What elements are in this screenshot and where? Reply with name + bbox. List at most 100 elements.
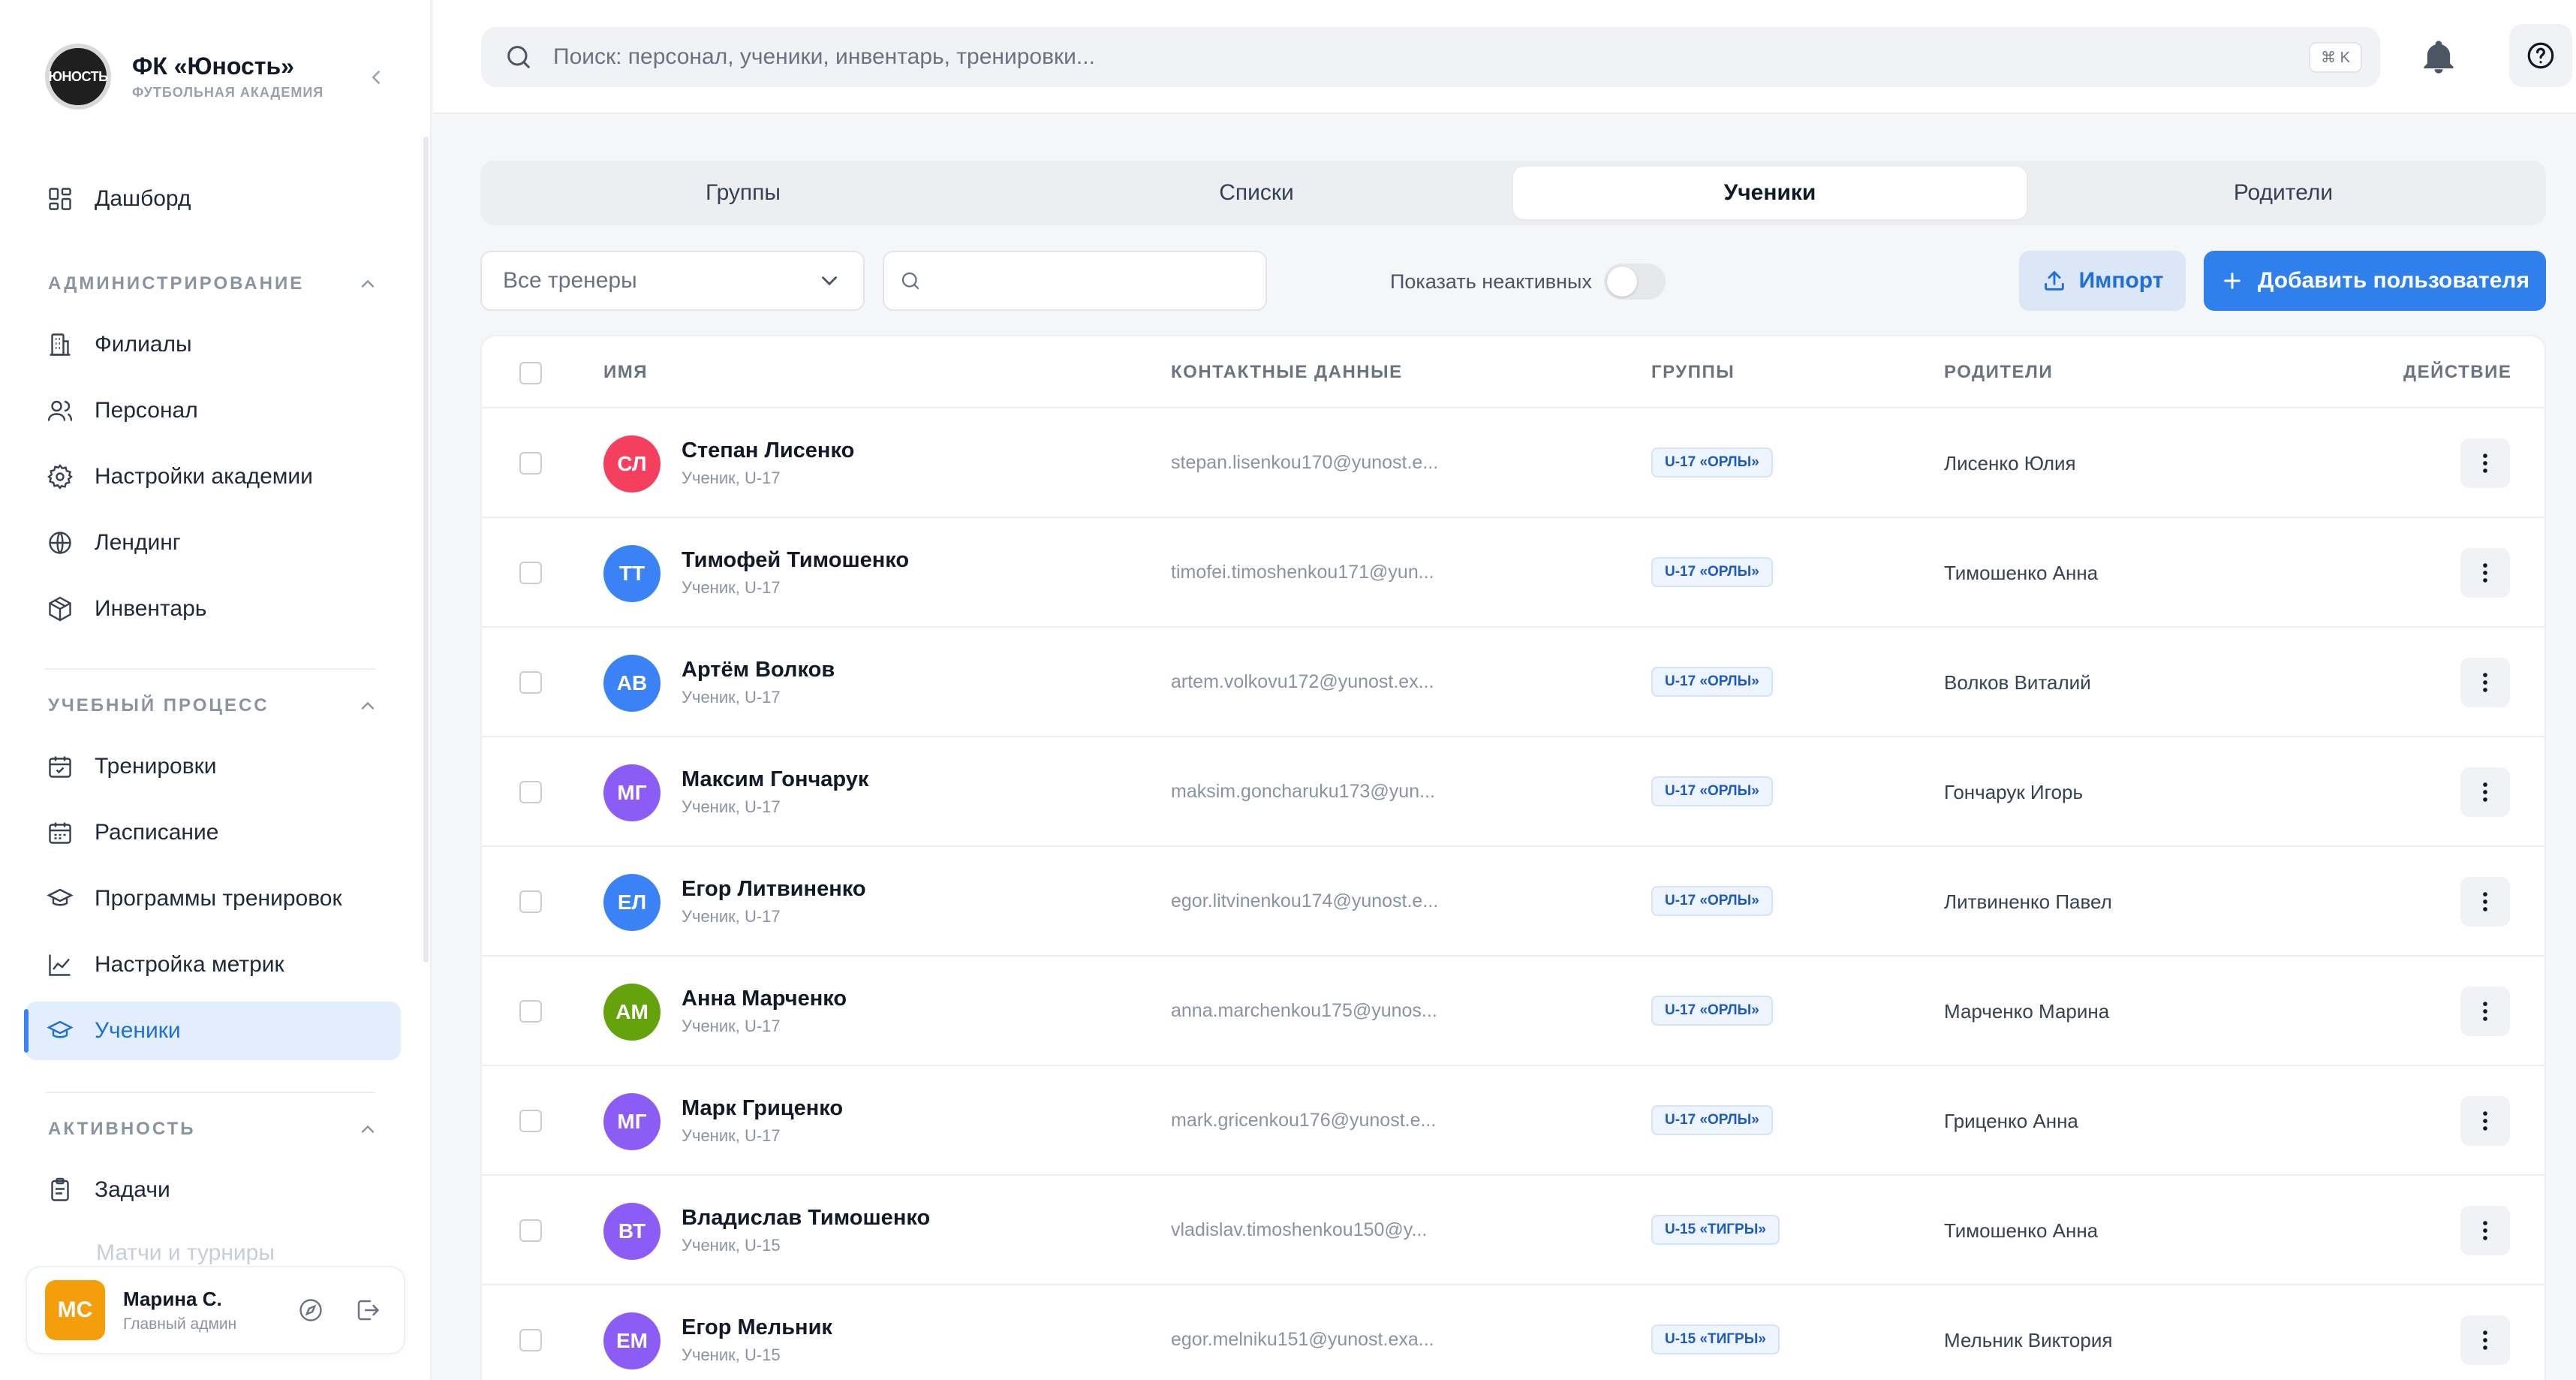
table-row[interactable]: МГ Максим Гончарук Ученик, U-17 maksim.gonc… [482,737,2544,847]
row-checkbox[interactable] [519,1219,542,1242]
group-badge[interactable]: U-15 «ТИГРЫ» [1651,1324,1780,1354]
row-checkbox[interactable] [519,1000,542,1023]
column-header-contacts[interactable]: КОНТАКТНЫЕ ДАННЫЕ [1171,362,1403,383]
row-checkbox[interactable] [519,890,542,913]
row-menu-button[interactable] [2460,877,2510,927]
row-menu-button[interactable] [2460,548,2510,598]
table-row[interactable]: ВТ Владислав Тимошенко Ученик, U-15 vladisl… [482,1176,2544,1285]
student-name[interactable]: Анна Марченко [682,987,847,1011]
tab-groups[interactable]: Группы [486,167,1000,219]
brand[interactable]: ЮНОСТЬ ФК «Юность» ФУТБОЛЬНАЯ АКАДЕМИЯ [45,44,324,110]
chevron-up-icon[interactable] [357,273,378,294]
sidebar-item-inventory[interactable]: Инвентарь [26,580,401,638]
chart-line-icon [49,954,71,976]
row-menu-button[interactable] [2460,438,2510,488]
student-email: maksim.goncharuku173@yun... [1171,781,1435,802]
chevron-up-icon[interactable] [357,1119,378,1140]
avatar: СЛ [603,435,661,493]
more-vertical-icon [2483,892,2487,911]
table-row[interactable]: АВ Артём Волков Ученик, U-17 artem.volkovu1… [482,628,2544,737]
student-role: Ученик, U-17 [682,688,781,707]
group-badge[interactable]: U-17 «ОРЛЫ» [1651,557,1773,587]
trainer-select[interactable]: Все тренеры [480,251,865,311]
row-menu-button[interactable] [2460,658,2510,707]
avatar: МГ [603,764,661,821]
row-menu-button[interactable] [2460,1315,2510,1365]
column-header-groups[interactable]: ГРУППЫ [1651,362,1735,383]
sidebar-item-trainings[interactable]: Тренировки [26,737,401,796]
student-email: egor.litvinenkou174@yunost.e... [1171,890,1439,911]
student-name[interactable]: Степан Лисенко [682,438,854,463]
student-name[interactable]: Максим Гончарук [682,767,868,792]
bell-icon[interactable] [2419,38,2458,77]
row-menu-button[interactable] [2460,1206,2510,1255]
sidebar-item-training-programs[interactable]: Программы тренировок [26,869,401,928]
logout-icon[interactable] [354,1297,381,1324]
help-button[interactable] [2509,24,2572,87]
group-badge[interactable]: U-17 «ОРЛЫ» [1651,886,1773,916]
student-name[interactable]: Марк Гриценко [682,1096,843,1121]
sidebar-item-schedule[interactable]: Расписание [26,803,401,862]
tab-lists[interactable]: Списки [1000,167,1513,219]
column-header-parents[interactable]: РОДИТЕЛИ [1944,362,2053,383]
chevron-left-icon[interactable] [365,66,387,89]
group-badge[interactable]: U-17 «ОРЛЫ» [1651,776,1773,806]
row-checkbox[interactable] [519,671,542,694]
column-header-name[interactable]: ИМЯ [603,362,648,383]
tab-students[interactable]: Ученики [1513,167,2027,219]
global-search[interactable]: ⌘ K [481,27,2380,87]
import-button[interactable]: Импорт [2019,251,2186,311]
group-badge[interactable]: U-17 «ОРЛЫ» [1651,996,1773,1026]
sidebar-item-academy-settings[interactable]: Настройки академии [26,447,401,506]
avatar: ТТ [603,545,661,602]
row-checkbox[interactable] [519,452,542,475]
sidebar-item-matches[interactable]: Матчи и турниры [96,1240,275,1266]
sidebar-item-students[interactable]: Ученики [24,1002,401,1060]
student-name[interactable]: Егор Мельник [682,1315,832,1340]
table-row[interactable]: ЕЛ Егор Литвиненко Ученик, U-17 egor.litvin… [482,847,2544,957]
student-role: Ученик, U-17 [682,1126,781,1145]
sidebar-item-metrics-settings[interactable]: Настройка метрик [26,936,401,994]
avatar: МГ [603,1093,661,1150]
select-all-checkbox[interactable] [519,362,542,384]
student-name[interactable]: Владислав Тимошенко [682,1206,930,1231]
student-name[interactable]: Егор Литвиненко [682,877,866,902]
sidebar-item-landing[interactable]: Лендинг [26,514,401,572]
search-input[interactable] [553,44,2310,70]
compass-icon[interactable] [297,1297,324,1324]
section-training-process[interactable]: УЧЕБНЫЙ ПРОЦЕСС [48,695,378,716]
row-menu-button[interactable] [2460,767,2510,817]
group-badge[interactable]: U-17 «ОРЛЫ» [1651,667,1773,697]
sidebar-item-dashboard[interactable]: Дашборд [26,170,401,228]
group-badge[interactable]: U-17 «ОРЛЫ» [1651,1105,1773,1135]
sidebar-item-branches[interactable]: Филиалы [26,315,401,374]
show-inactive-toggle[interactable] [1603,264,1666,300]
table-row[interactable]: МГ Марк Гриценко Ученик, U-17 mark.gricenko… [482,1066,2544,1176]
tab-parents[interactable]: Родители [2027,167,2540,219]
user-card[interactable]: МС Марина С. Главный админ [26,1266,405,1354]
chevron-up-icon[interactable] [357,695,378,716]
sidebar-item-tasks[interactable]: Задачи [26,1161,401,1219]
table-row[interactable]: ТТ Тимофей Тимошенко Ученик, U-17 timofei.t… [482,518,2544,628]
group-badge[interactable]: U-17 «ОРЛЫ» [1651,447,1773,478]
row-menu-button[interactable] [2460,987,2510,1036]
table-search-input[interactable] [883,251,1267,311]
student-name[interactable]: Тимофей Тимошенко [682,548,909,573]
table-row[interactable]: СЛ Степан Лисенко Ученик, U-17 stepan.lisen… [482,408,2544,518]
section-activity[interactable]: АКТИВНОСТЬ [48,1119,378,1140]
row-checkbox[interactable] [519,562,542,584]
sidebar-item-staff[interactable]: Персонал [26,381,401,440]
student-role: Ученик, U-17 [682,578,781,597]
row-menu-button[interactable] [2460,1096,2510,1146]
table-row[interactable]: ЕМ Егор Мельник Ученик, U-15 egor.melniku15… [482,1285,2544,1380]
group-badge[interactable]: U-15 «ТИГРЫ» [1651,1215,1780,1245]
sidebar-scrollbar[interactable] [423,137,429,963]
row-checkbox[interactable] [519,1110,542,1132]
student-role: Ученик, U-15 [682,1236,781,1255]
section-administration[interactable]: АДМИНИСТРИРОВАНИЕ [48,273,378,294]
student-name[interactable]: Артём Волков [682,658,835,682]
table-row[interactable]: АМ Анна Марченко Ученик, U-17 anna.marchenk… [482,957,2544,1066]
row-checkbox[interactable] [519,1329,542,1351]
add-user-button[interactable]: Добавить пользователя [2204,251,2546,311]
row-checkbox[interactable] [519,781,542,803]
